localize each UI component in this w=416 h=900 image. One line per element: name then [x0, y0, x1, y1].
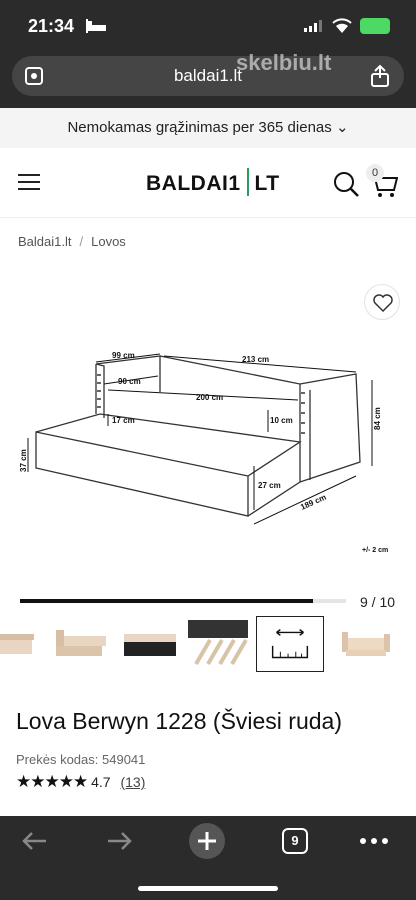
wifi-icon	[332, 18, 352, 33]
logo-left: BALDAI1	[146, 172, 241, 195]
gallery-progress-fill	[20, 599, 314, 603]
home-indicator	[138, 886, 278, 891]
status-bar: 21:34	[0, 0, 416, 52]
thumbnail-2[interactable]	[52, 620, 112, 668]
promo-text: Nemokamas grąžinimas per 365 dienas	[67, 119, 332, 136]
watermark: skelbiu.lt	[236, 50, 332, 75]
dim-99: 99 cm	[112, 351, 135, 360]
logo-divider	[246, 168, 249, 197]
status-time: 21:34	[28, 16, 75, 36]
breadcrumb: Baldai1.lt / Lovos	[18, 234, 126, 249]
gallery-counter: 9 / 10	[360, 594, 396, 610]
product-code-value: 549041	[102, 752, 146, 767]
site-header: BALDAI1 LT 0	[0, 148, 416, 218]
battery-icon	[360, 18, 390, 34]
dim-90: 90 cm	[118, 377, 141, 386]
signal-icon	[304, 20, 322, 32]
chevron-down-icon: ⌄	[335, 119, 349, 136]
share-icon[interactable]	[370, 64, 390, 88]
breadcrumb-separator: /	[79, 234, 84, 249]
thumbnail-1[interactable]	[0, 620, 54, 668]
thumbnail-4[interactable]	[188, 620, 248, 668]
thumbnail-6[interactable]	[336, 620, 396, 668]
more-options-icon[interactable]	[360, 838, 388, 844]
favorite-button[interactable]	[364, 284, 400, 320]
promo-banner[interactable]: Nemokamas grąžinimas per 365 dienas ⌄	[0, 108, 416, 148]
dim-189: 189 cm	[299, 493, 327, 512]
menu-icon[interactable]	[18, 174, 40, 190]
bed-icon	[86, 19, 106, 33]
address-bar[interactable]: baldai1.lt	[12, 56, 404, 96]
new-tab-plus-icon[interactable]	[188, 822, 226, 860]
browser-toolbar: baldai1.lt	[0, 52, 416, 108]
dim-17: 17 cm	[112, 416, 135, 425]
dim-84: 84 cm	[373, 407, 382, 430]
gallery-progress	[20, 599, 346, 603]
dim-10: 10 cm	[270, 416, 293, 425]
product-rating: ★★★★★ 4.7 (13)	[16, 772, 145, 792]
tabs-count-button[interactable]: 9	[282, 828, 308, 854]
reviews-link[interactable]: (13)	[120, 774, 145, 790]
url-text[interactable]: baldai1.lt	[12, 66, 404, 86]
cart-count-badge: 0	[366, 164, 384, 182]
product-code-label: Prekės kodas:	[16, 752, 99, 767]
logo-right: LT	[254, 172, 280, 195]
breadcrumb-category[interactable]: Lovos	[91, 234, 126, 249]
dim-tolerance: +/- 2 cm	[362, 547, 388, 554]
product-title: Lova Berwyn 1228 (Šviesi ruda)	[16, 708, 342, 734]
product-code: Prekės kodas: 549041	[16, 752, 145, 767]
site-logo[interactable]: BALDAI1 LT	[146, 168, 280, 197]
heart-icon	[373, 294, 393, 312]
product-main-image[interactable]: 99 cm 213 cm 90 cm 200 cm 17 cm 10 cm 84…	[0, 262, 416, 582]
forward-arrow-icon[interactable]	[106, 830, 134, 852]
search-icon[interactable]	[332, 170, 360, 198]
rating-stars: ★★★★★	[16, 772, 88, 791]
dim-213: 213 cm	[242, 355, 269, 364]
thumbnail-5-dimensions[interactable]	[256, 616, 324, 672]
rating-value: 4.7	[91, 774, 111, 790]
breadcrumb-home[interactable]: Baldai1.lt	[18, 234, 71, 249]
dim-27: 27 cm	[258, 481, 281, 490]
thumbnail-3[interactable]	[120, 620, 180, 668]
back-arrow-icon[interactable]	[20, 830, 48, 852]
dim-37: 37 cm	[19, 449, 28, 472]
dim-200: 200 cm	[196, 393, 223, 402]
thumbnail-strip	[0, 616, 416, 672]
